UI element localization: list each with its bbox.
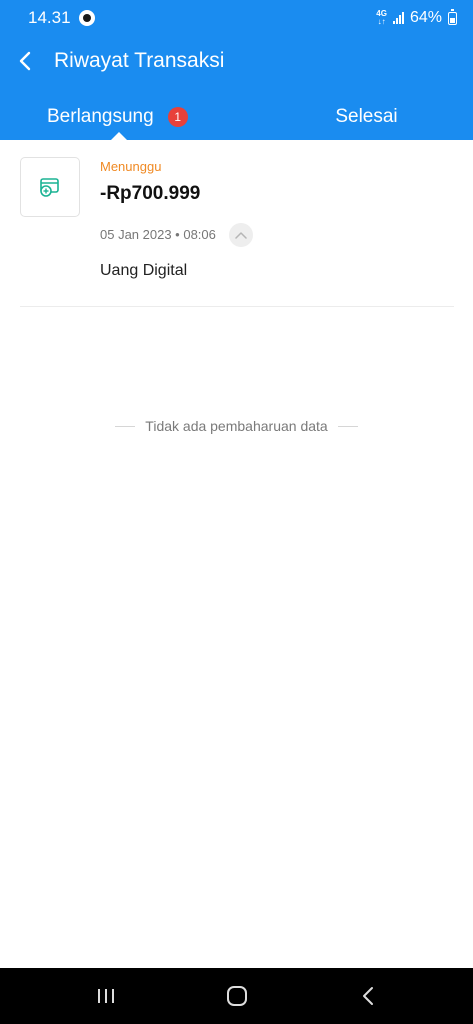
network-activity-arrows: ↓↑ — [377, 17, 386, 26]
tab-label: Selesai — [335, 106, 398, 127]
signal-icon — [392, 12, 404, 24]
tab-label: Berlangsung — [47, 106, 154, 127]
chevron-left-icon — [19, 51, 31, 71]
system-nav-bar — [0, 968, 473, 1024]
status-bar: 14.31 4G ↓↑ 64% — [0, 0, 473, 36]
chevron-up-icon — [235, 232, 247, 239]
status-time: 14.31 — [28, 8, 71, 27]
screen: 14.31 4G ↓↑ 64% Riwayat Transaksi Berlan… — [0, 0, 473, 1024]
no-update-notice: Tidak ada pembaharuan data — [0, 418, 473, 434]
network-type-icon: 4G ↓↑ — [376, 10, 387, 26]
active-tab-indicator — [111, 132, 127, 140]
transaction-datetime: 05 Jan 2023 • 08:06 — [100, 227, 216, 242]
battery-percentage: 64% — [409, 9, 442, 26]
transaction-status: Menunggu — [100, 159, 162, 174]
back-button[interactable] — [10, 46, 40, 76]
transaction-item[interactable]: Menunggu -Rp700.999 05 Jan 2023 • 08:06 … — [20, 140, 454, 307]
no-update-text: Tidak ada pembaharuan data — [145, 418, 328, 434]
home-button[interactable] — [207, 976, 267, 1016]
page-title: Riwayat Transaksi — [54, 49, 225, 72]
battery-icon — [448, 8, 457, 25]
tab-berlangsung[interactable]: Berlangsung 1 — [0, 94, 260, 140]
transaction-type: Uang Digital — [100, 262, 188, 279]
transaction-icon-box — [20, 157, 80, 217]
back-icon — [362, 987, 373, 1005]
expand-button[interactable] — [229, 223, 253, 247]
back-nav-button[interactable] — [338, 976, 398, 1016]
notification-app-icon — [78, 10, 95, 26]
status-right: 4G ↓↑ 64% — [376, 8, 457, 27]
transaction-amount: -Rp700.999 — [100, 183, 201, 204]
divider-right — [337, 425, 358, 427]
recents-icon — [97, 989, 114, 1003]
tab-selesai[interactable]: Selesai — [260, 94, 473, 140]
tab-bar: Berlangsung 1 Selesai — [0, 94, 473, 140]
status-left: 14.31 — [28, 8, 95, 28]
home-icon — [226, 986, 247, 1006]
count-badge: 1 — [167, 107, 188, 127]
digital-wallet-icon — [40, 178, 59, 197]
app-header: Riwayat Transaksi Berlangsung 1 Selesai — [0, 36, 473, 140]
recents-button[interactable] — [76, 976, 136, 1016]
divider-left — [115, 425, 136, 427]
